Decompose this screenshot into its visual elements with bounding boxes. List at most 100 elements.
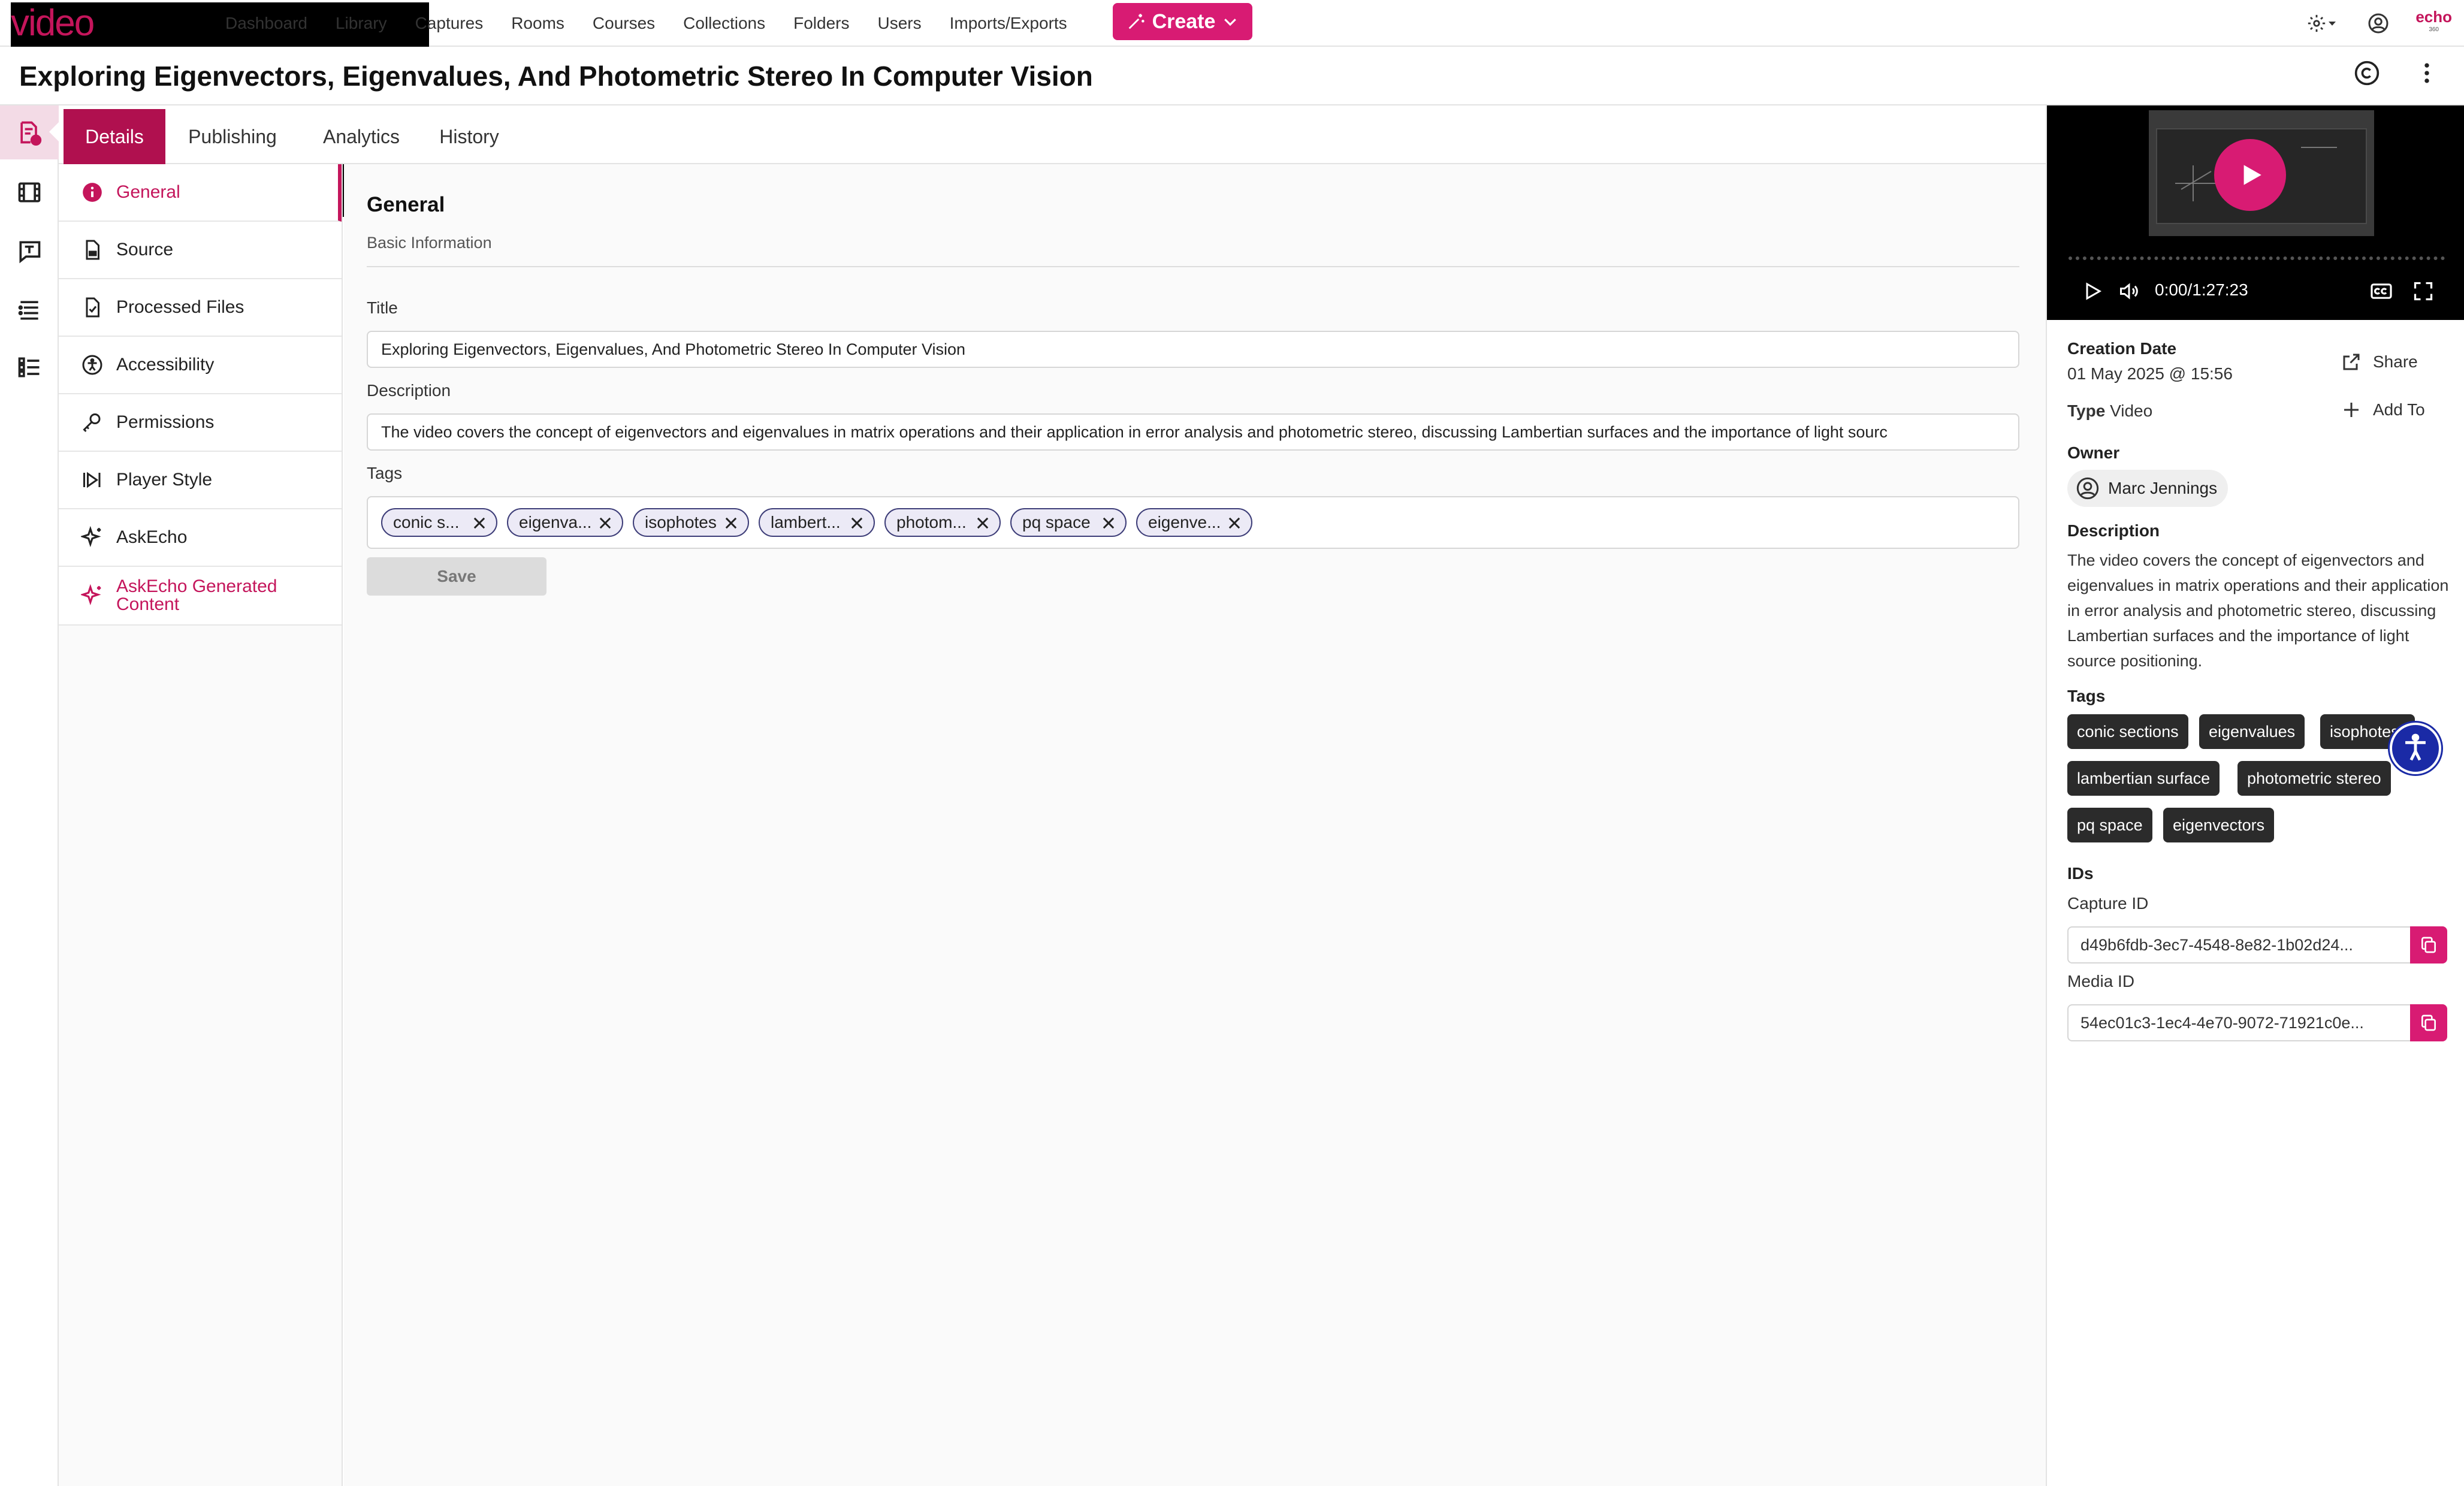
capture-id-label: Capture ID <box>2067 894 2149 913</box>
description-label: Description <box>367 381 451 400</box>
section-processed-files-label: Processed Files <box>116 297 244 317</box>
nav-folders[interactable]: Folders <box>793 0 849 47</box>
copy-capture-id-button[interactable] <box>2410 926 2447 964</box>
tag-chip: eigenva... <box>507 508 623 537</box>
tags-input[interactable]: conic s... eigenva... isophotes lambert.… <box>367 496 2019 549</box>
nav-links: Dashboard Library Captures Rooms Courses… <box>225 0 1095 47</box>
tag-badge[interactable]: eigenvalues <box>2199 714 2305 749</box>
scrub-bar[interactable] <box>2069 256 2445 261</box>
copy-media-id-button[interactable] <box>2410 1004 2447 1041</box>
add-to-label: Add To <box>2373 400 2425 419</box>
tab-history[interactable]: History <box>424 109 514 164</box>
details-panel: 0:00/1:27:23 Creation Date 01 May 2025 @… <box>2046 105 2464 1486</box>
tag-badge[interactable]: conic sections <box>2067 714 2188 749</box>
owner-name: Marc Jennings <box>2108 479 2218 497</box>
section-askecho[interactable]: AskEcho <box>59 509 342 567</box>
section-processed-files[interactable]: Processed Files <box>59 279 342 337</box>
accessibility-widget-button[interactable] <box>2390 723 2441 774</box>
tab-details[interactable]: Details <box>64 109 165 164</box>
section-accessibility[interactable]: Accessibility <box>59 337 342 394</box>
tag-chip: lambert... <box>759 508 875 537</box>
closed-captions-icon[interactable] <box>2369 282 2393 301</box>
play-icon[interactable] <box>2082 280 2103 302</box>
title-input[interactable]: Exploring Eigenvectors, Eigenvalues, And… <box>367 331 2019 368</box>
rail-outline[interactable] <box>0 340 59 394</box>
rail-media[interactable] <box>0 165 59 219</box>
type-label: Type <box>2067 401 2106 420</box>
close-icon[interactable] <box>974 515 991 531</box>
echo360-mini-logo[interactable]: echo 360 <box>2415 9 2452 37</box>
file-check-icon <box>80 295 104 319</box>
description-input[interactable]: The video covers the concept of eigenvec… <box>367 413 2019 451</box>
description-heading: Description <box>2067 521 2160 540</box>
plus-icon <box>2344 403 2359 417</box>
nav-library[interactable]: Library <box>336 0 387 47</box>
section-accessibility-label: Accessibility <box>116 355 215 374</box>
tag-chip-label: lambert... <box>771 513 841 531</box>
echovideo-logo[interactable]: echovideo <box>11 2 429 217</box>
rail-chapters[interactable] <box>0 283 59 337</box>
user-account[interactable] <box>2364 9 2393 38</box>
chevron-down-icon <box>1224 19 1237 26</box>
close-icon[interactable] <box>723 515 739 531</box>
tab-analytics[interactable]: Analytics <box>310 109 412 164</box>
top-right-icons: echo 360 <box>2303 0 2464 47</box>
tag-chip: eigenve... <box>1136 508 1252 537</box>
create-button[interactable]: Create <box>1113 3 1252 40</box>
magic-wand-icon <box>1128 14 1145 29</box>
tag-badge[interactable]: eigenvectors <box>2163 808 2275 842</box>
section-source[interactable]: Source <box>59 222 342 279</box>
rail-details[interactable] <box>0 105 59 159</box>
more-vertical-icon[interactable] <box>2414 60 2440 86</box>
nav-collections[interactable]: Collections <box>683 0 765 47</box>
copyright-icon[interactable] <box>2354 60 2380 86</box>
close-icon[interactable] <box>1100 515 1117 531</box>
left-icon-rail <box>0 105 59 1486</box>
video-player[interactable]: 0:00/1:27:23 <box>2047 105 2464 320</box>
volume-icon[interactable] <box>2118 280 2140 302</box>
play-icon <box>2243 165 2261 185</box>
close-icon[interactable] <box>1226 515 1243 531</box>
nav-captures[interactable]: Captures <box>415 0 484 47</box>
tag-chip-label: conic s... <box>393 513 460 531</box>
close-icon[interactable] <box>848 515 865 531</box>
info-circle-icon <box>80 180 104 204</box>
big-play-button[interactable] <box>2214 139 2286 211</box>
settings-menu[interactable] <box>2303 9 2341 38</box>
nav-dashboard[interactable]: Dashboard <box>225 0 307 47</box>
close-icon[interactable] <box>471 515 488 531</box>
rail-transcript[interactable] <box>0 224 59 278</box>
section-player-style[interactable]: Player Style <box>59 452 342 509</box>
capture-id-field[interactable]: d49b6fdb-3ec7-4548-8e82-1b02d24... <box>2067 926 2410 964</box>
accessibility-icon <box>80 353 104 377</box>
fullscreen-icon[interactable] <box>2412 280 2434 302</box>
type-row: Type Video <box>2067 401 2152 421</box>
nav-rooms[interactable]: Rooms <box>511 0 564 47</box>
save-button[interactable]: Save <box>367 557 546 596</box>
tab-publishing[interactable]: Publishing <box>173 109 292 164</box>
tag-badge[interactable]: pq space <box>2067 808 2152 842</box>
close-icon[interactable] <box>597 515 614 531</box>
tags-label: Tags <box>367 464 403 482</box>
add-to-button[interactable]: Add To <box>2341 399 2425 421</box>
playback-time: 0:00/1:27:23 <box>2155 280 2248 299</box>
nav-courses[interactable]: Courses <box>593 0 655 47</box>
tags-heading: Tags <box>2067 687 2106 705</box>
nav-users[interactable]: Users <box>878 0 922 47</box>
tag-badge[interactable]: lambertian surface <box>2067 761 2220 796</box>
tag-chip: conic s... <box>381 508 497 537</box>
detail-tabs: Details Publishing Analytics History <box>59 105 2046 164</box>
nav-imports-exports[interactable]: Imports/Exports <box>950 0 1067 47</box>
section-permissions[interactable]: Permissions <box>59 394 342 452</box>
share-button[interactable]: Share <box>2341 351 2418 373</box>
tag-badge[interactable]: photometric stereo <box>2237 761 2391 796</box>
media-id-field[interactable]: 54ec01c3-1ec4-4e70-9072-71921c0e... <box>2067 1004 2410 1041</box>
section-askecho-generated[interactable]: AskEcho Generated Content <box>59 567 342 626</box>
create-label: Create <box>1152 10 1216 33</box>
form-subheading: Basic Information <box>367 234 492 252</box>
owner-chip[interactable]: Marc Jennings <box>2067 470 2229 507</box>
section-general-label: General <box>116 182 180 202</box>
file-icon <box>80 238 104 262</box>
divider <box>367 266 2019 267</box>
section-general[interactable]: General <box>59 164 342 222</box>
